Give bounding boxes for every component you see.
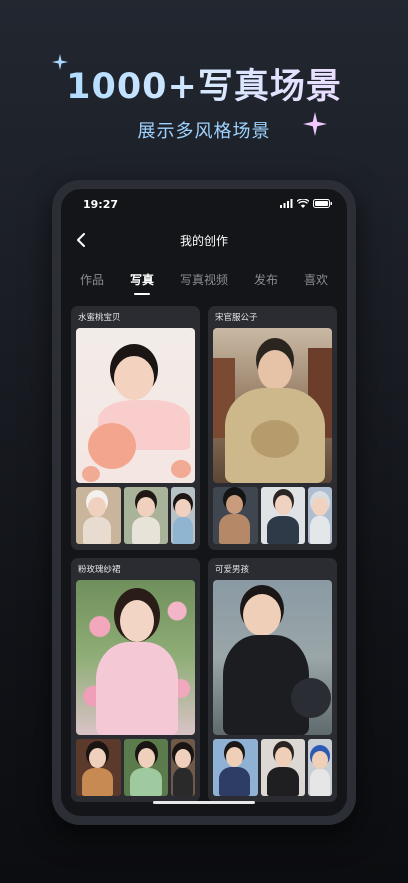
tab-published[interactable]: 发布 [254,267,278,297]
card-title: 水蜜桃宝贝 [78,313,121,323]
card-thumbnail[interactable] [123,487,168,544]
portrait-card[interactable]: 粉玫瑰纱裙 [71,558,200,802]
card-main-image[interactable] [213,580,332,735]
status-time: 19:27 [83,197,119,211]
wifi-icon [296,197,310,211]
status-bar: 19:27 [61,189,347,219]
tab-works[interactable]: 作品 [80,267,104,297]
card-thumbnail[interactable] [260,487,305,544]
portrait-card[interactable]: 宋官服公子 [208,306,337,550]
card-main-image[interactable] [213,328,332,483]
card-thumbnail[interactable] [213,487,258,544]
hero-title: 1000+写真场景 [0,58,408,109]
home-indicator[interactable] [153,801,255,804]
back-button[interactable] [71,230,91,250]
nav-bar: 我的创作 [61,226,347,254]
portrait-card[interactable]: 可爱男孩 [208,558,337,802]
tab-portrait[interactable]: 写真 [130,267,154,297]
tab-bar: 作品 写真 写真视频 发布 喜欢 [61,267,347,297]
phone-screen: 19:27 我的创作 作品 写真 写真视频 发布 喜欢 水蜜桃宝贝 宋官服公子 … [61,189,347,816]
card-main-image[interactable] [76,328,195,483]
sparkle-icon [303,112,327,140]
tab-portrait-video[interactable]: 写真视频 [180,267,228,297]
battery-icon [313,198,333,211]
card-thumbnail[interactable] [308,739,332,796]
card-thumbnail[interactable] [171,739,195,796]
portrait-grid: 水蜜桃宝贝 宋官服公子 粉玫瑰纱裙 可爱男孩 [71,306,337,802]
portrait-card[interactable]: 水蜜桃宝贝 [71,306,200,550]
card-thumbnail[interactable] [308,487,332,544]
card-thumbnail[interactable] [260,739,305,796]
status-icons [280,197,333,211]
card-main-image[interactable] [76,580,195,735]
page-title: 我的创作 [179,233,228,248]
card-title: 可爱男孩 [215,565,250,575]
card-title: 粉玫瑰纱裙 [78,565,121,575]
card-thumbnail[interactable] [76,739,121,796]
card-thumbnail[interactable] [171,487,195,544]
card-thumbnail[interactable] [213,739,258,796]
card-thumbnail[interactable] [76,487,121,544]
chevron-left-icon [77,233,85,247]
card-thumbnail[interactable] [123,739,168,796]
hero-subtitle: 展示多风格场景 [137,121,271,142]
phone-frame: 19:27 我的创作 作品 写真 写真视频 发布 喜欢 水蜜桃宝贝 宋官服公子 … [52,180,356,825]
card-title: 宋官服公子 [215,313,258,323]
signal-icon [280,198,293,211]
tab-liked[interactable]: 喜欢 [304,267,328,297]
